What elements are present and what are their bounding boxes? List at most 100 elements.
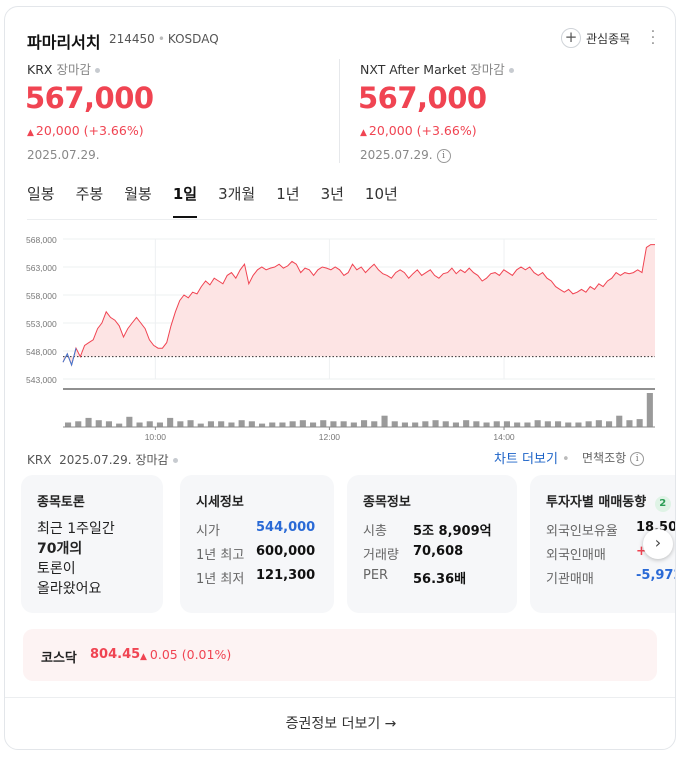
up-triangle-icon: ▲ — [360, 128, 367, 138]
krx-status: 장마감 — [56, 62, 91, 77]
volume-bar — [646, 393, 653, 427]
stock-name[interactable]: 파마리서치 — [27, 29, 101, 53]
krx-market-label: KRX 장마감 — [27, 59, 100, 78]
tab-weekly[interactable]: 주봉 — [76, 183, 104, 218]
volume-bar — [350, 422, 357, 427]
volume-bar — [197, 423, 204, 427]
chart-footer-status: 장마감 — [135, 453, 169, 467]
chart-footer-date: 2025.07.29. — [59, 453, 132, 467]
info-label: PER — [363, 568, 389, 583]
nxt-price: 567,000 — [358, 81, 487, 115]
chart-more-link[interactable]: 차트 더보기 • — [494, 448, 574, 467]
volume-bar — [483, 422, 490, 427]
volume-bar — [585, 421, 592, 427]
tab-3year[interactable]: 3년 — [321, 183, 344, 218]
volume-bar — [452, 422, 459, 427]
more-options-icon[interactable]: · · · — [650, 25, 656, 51]
quote-label: 1년 최고 — [196, 548, 245, 563]
up-triangle-icon: ▲ — [27, 128, 34, 138]
quote-value: 544,000 — [256, 520, 316, 535]
y-tick-label: 543,000 — [26, 375, 57, 385]
nxt-label: NXT After Market — [360, 62, 467, 77]
status-dot-icon — [94, 68, 100, 73]
next-panel-button[interactable]: › — [643, 529, 673, 559]
panel-investor-title: 투자자별 매매동향 2 — [546, 491, 671, 512]
x-axis-labels: 10:00 12:00 14:00 — [145, 427, 515, 441]
x-tick-label: 12:00 — [319, 432, 341, 441]
stock-code: 214450 — [109, 32, 155, 46]
krx-date: 2025.07.29. — [27, 148, 100, 162]
volume-bar — [626, 420, 633, 427]
volume-bar — [636, 419, 643, 427]
krx-price: 567,000 — [25, 81, 154, 115]
y-tick-label: 568,000 — [26, 235, 57, 245]
tab-1year[interactable]: 1년 — [276, 183, 299, 218]
disclaimer-link[interactable]: 면책조항 i — [582, 449, 645, 466]
volume-bar — [279, 422, 286, 427]
add-favorite-button[interactable]: + 관심종목 — [561, 28, 630, 48]
volume-bar — [524, 422, 531, 427]
investor-badge: 2 — [654, 496, 671, 512]
volume-bar — [503, 421, 510, 427]
nxt-date-line: 2025.07.29. i — [360, 148, 451, 163]
arrow-right-icon: → — [384, 716, 397, 732]
panel-quote[interactable]: 시세정보 시가 544,000 1년 최고 600,000 1년 최저 121,300 — [180, 475, 334, 613]
krx-change-pct: (+3.66%) — [83, 123, 144, 138]
tab-monthly[interactable]: 월봉 — [124, 183, 152, 218]
more-securities-link[interactable]: 증권정보 더보기 → — [5, 713, 675, 733]
quote-value: 600,000 — [256, 544, 316, 559]
panel-quote-title: 시세정보 — [196, 495, 244, 510]
discussion-line: 올라왔어요 — [37, 581, 102, 597]
x-tick-label: 10:00 — [145, 432, 167, 441]
quote-label: 시가 — [196, 524, 220, 539]
panel-info[interactable]: 종목정보 시총 5조 8,909억 거래량 70,608 PER 56.36배 — [347, 475, 517, 613]
volume-bar — [320, 420, 327, 427]
volume-bar — [177, 421, 184, 427]
kosdaq-index-bar[interactable]: 코스닥 804.45 ▲ 0.05 (0.01%) — [23, 629, 657, 681]
tab-3month[interactable]: 3개월 — [218, 183, 255, 218]
y-tick-label: 548,000 — [26, 347, 57, 357]
panel-discussion[interactable]: 종목토론 최근 1주일간 70개의 토론이 올라왔어요 — [21, 475, 163, 613]
intraday-chart[interactable]: 568,000 563,000 558,000 553,000 548,000 543,0… — [5, 229, 676, 441]
info-label: 시총 — [363, 524, 387, 539]
volume-bar — [207, 421, 214, 427]
investor-row-foreign-trade: 외국인매매 + — [546, 544, 647, 563]
info-value: 5조 8,909억 — [413, 524, 492, 539]
volume-bar — [544, 421, 551, 427]
stock-card: 파마리서치 214450 • KOSDAQ + 관심종목 · · · KRX 장마감 5… — [4, 6, 676, 750]
tab-10year[interactable]: 10년 — [365, 183, 398, 218]
volume-bar — [534, 420, 541, 427]
volume-bar — [218, 421, 225, 427]
volume-bars — [65, 393, 653, 427]
volume-bar — [248, 421, 255, 427]
chart-footer-market: KRX 2025.07.29. 장마감 — [27, 451, 178, 468]
tab-1day[interactable]: 1일 — [172, 183, 198, 218]
nxt-change: ▲ 20,000 (+3.66%) — [360, 123, 477, 138]
volume-bar — [95, 420, 102, 427]
info-row-per: PER 56.36배 — [363, 568, 466, 587]
kosdaq-label: 코스닥 — [41, 651, 77, 666]
investor-value: -5,972 — [636, 568, 675, 583]
volume-bar — [167, 417, 174, 427]
volume-bar — [85, 417, 92, 427]
volume-bar — [555, 421, 562, 427]
volume-bar — [105, 421, 112, 427]
volume-bar — [116, 423, 123, 427]
stock-market: KOSDAQ — [167, 32, 219, 46]
y-axis-labels: 568,000 563,000 558,000 553,000 548,000 543,0… — [26, 235, 57, 385]
separator-dot: • — [157, 32, 165, 46]
tab-daily[interactable]: 일봉 — [27, 183, 55, 218]
info-icon[interactable]: i — [436, 148, 451, 163]
info-value: 56.36배 — [413, 572, 467, 587]
volume-bar — [330, 421, 337, 427]
plus-icon: + — [561, 28, 581, 48]
volume-bar — [463, 420, 470, 427]
volume-bar — [422, 421, 429, 427]
volume-bar — [595, 420, 602, 427]
volume-bar — [289, 421, 296, 427]
nxt-change-pct: (+3.66%) — [416, 123, 477, 138]
period-tabs: 일봉 주봉 월봉 1일 3개월 1년 3년 10년 — [27, 183, 419, 218]
volume-bar — [616, 415, 623, 427]
volume-bar — [514, 422, 521, 427]
y-tick-label: 563,000 — [26, 263, 57, 273]
